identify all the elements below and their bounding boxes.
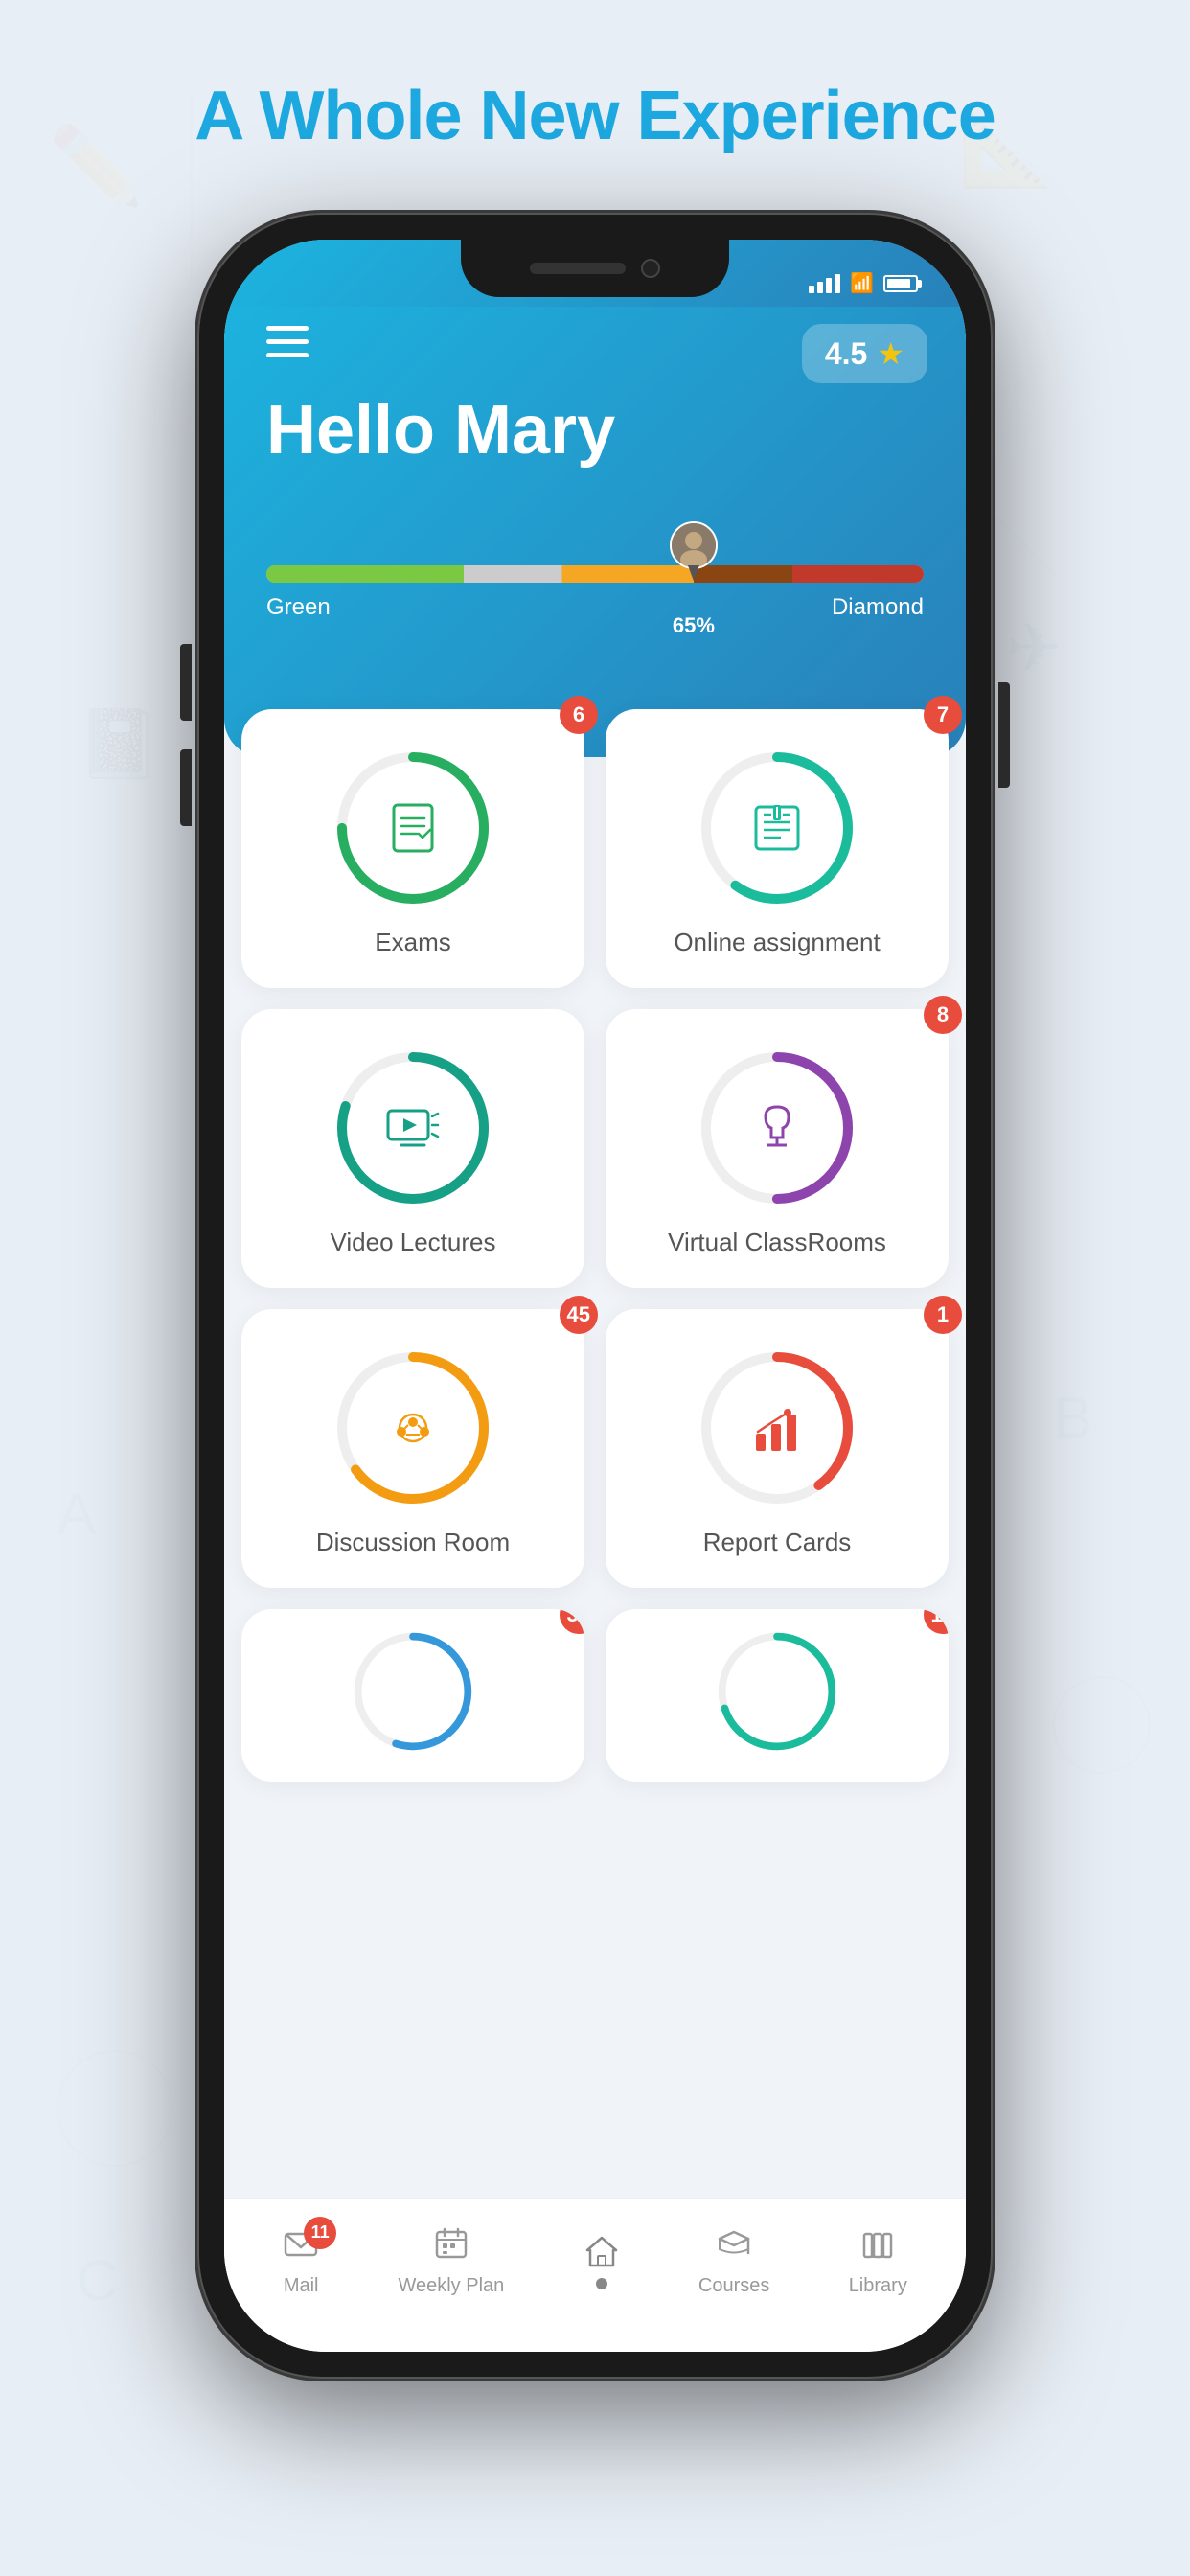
card-circle-video-lectures — [336, 1051, 490, 1205]
card-badge-card7: 31 — [560, 1609, 584, 1634]
card-label-virtual-classrooms: Virtual ClassRooms — [668, 1228, 886, 1257]
card-video-lectures[interactable]: Video Lectures — [241, 1009, 584, 1288]
hamburger-menu[interactable] — [266, 326, 309, 357]
card-badge-discussion-room: 45 — [560, 1296, 598, 1334]
wifi-icon: 📶 — [850, 271, 874, 295]
card-badge-card8: 13 — [924, 1609, 949, 1634]
card-badge-exams: 6 — [560, 696, 598, 734]
nav-icon-home — [584, 2233, 620, 2274]
nav-icon-weekly-plan — [433, 2226, 469, 2267]
nav-item-weekly-plan[interactable]: Weekly Plan — [398, 2226, 504, 2297]
star-icon: ★ — [877, 335, 904, 372]
svg-text:B: B — [1054, 1386, 1092, 1450]
card-label-exams: Exams — [375, 928, 450, 957]
svg-text:A: A — [57, 1482, 96, 1546]
card-label-report-cards: Report Cards — [703, 1528, 852, 1557]
rating-value: 4.5 — [825, 336, 867, 372]
greeting: Hello Mary — [266, 393, 615, 469]
nav-label-weekly-plan: Weekly Plan — [398, 2275, 504, 2297]
nav-item-home[interactable] — [584, 2233, 620, 2289]
cards-grid: 6 Exams 7 — [241, 709, 949, 1935]
progress-section: 65% Green Diamond — [266, 565, 924, 621]
signal-icon — [809, 274, 840, 293]
card-badge-report-cards: 1 — [924, 1296, 962, 1334]
volume-down-button — [180, 749, 192, 826]
battery-icon — [883, 275, 918, 292]
card-circle-report-cards — [700, 1351, 854, 1505]
card-label-online-assignment: Online assignment — [674, 928, 880, 957]
progress-indicator — [670, 521, 718, 569]
card-circle-online-assignment — [700, 751, 854, 905]
speaker — [530, 263, 626, 274]
page-title: A Whole New Experience — [195, 77, 995, 155]
nav-icon-library — [859, 2226, 896, 2267]
bottom-nav: 11 Mail Weekly Plan — [224, 2198, 966, 2352]
progress-label-end: Diamond — [832, 594, 924, 621]
card-label-video-lectures: Video Lectures — [331, 1228, 496, 1257]
nav-label-mail: Mail — [284, 2275, 319, 2297]
phone-screen: 📶 4.5 ★ Hello Mary — [224, 240, 966, 2352]
card-exams[interactable]: 6 Exams — [241, 709, 584, 988]
card-card7[interactable]: 31 — [241, 1609, 584, 1782]
progress-labels: Green Diamond — [266, 594, 924, 621]
card-badge-online-assignment: 7 — [924, 696, 962, 734]
card-circle-discussion-room — [336, 1351, 490, 1505]
nav-label-library: Library — [849, 2275, 907, 2297]
phone-shell: 📶 4.5 ★ Hello Mary — [197, 213, 993, 2379]
svg-text:📓: 📓 — [77, 706, 160, 781]
avatar — [670, 521, 718, 569]
card-circle-virtual-classrooms — [700, 1051, 854, 1205]
card-circle-exams — [336, 751, 490, 905]
card-badge-virtual-classrooms: 8 — [924, 996, 962, 1034]
svg-text:✏️: ✏️ — [48, 120, 144, 209]
card-online-assignment[interactable]: 7 Online assignment — [606, 709, 949, 988]
rating-badge: 4.5 ★ — [802, 324, 927, 383]
svg-text:✈: ✈ — [1006, 610, 1063, 685]
nav-badge-mail: 11 — [304, 2217, 336, 2249]
nav-label-courses: Courses — [698, 2275, 769, 2297]
progress-fill — [266, 565, 924, 583]
camera — [641, 259, 660, 278]
card-virtual-classrooms[interactable]: 8 Virtual ClassRooms — [606, 1009, 949, 1288]
nav-icon-courses — [716, 2226, 752, 2267]
card-discussion-room[interactable]: 45 Discussion Room — [241, 1309, 584, 1588]
nav-item-mail[interactable]: 11 Mail — [283, 2226, 319, 2297]
home-dot — [596, 2278, 607, 2289]
progress-percent: 65% — [673, 613, 715, 638]
svg-text:C: C — [77, 2248, 118, 2312]
nav-item-courses[interactable]: Courses — [698, 2226, 769, 2297]
nav-icon-mail: 11 — [283, 2226, 319, 2267]
progress-label-start: Green — [266, 594, 331, 621]
app-header: 4.5 ★ Hello Mary — [224, 240, 966, 757]
nav-item-library[interactable]: Library — [849, 2226, 907, 2297]
volume-up-button — [180, 644, 192, 721]
card-card8[interactable]: 13 — [606, 1609, 949, 1782]
power-button — [998, 682, 1010, 788]
card-label-discussion-room: Discussion Room — [316, 1528, 510, 1557]
status-icons: 📶 — [809, 271, 918, 295]
notch — [461, 240, 729, 297]
progress-bar: 65% — [266, 565, 924, 583]
card-report-cards[interactable]: 1 Report Cards — [606, 1309, 949, 1588]
